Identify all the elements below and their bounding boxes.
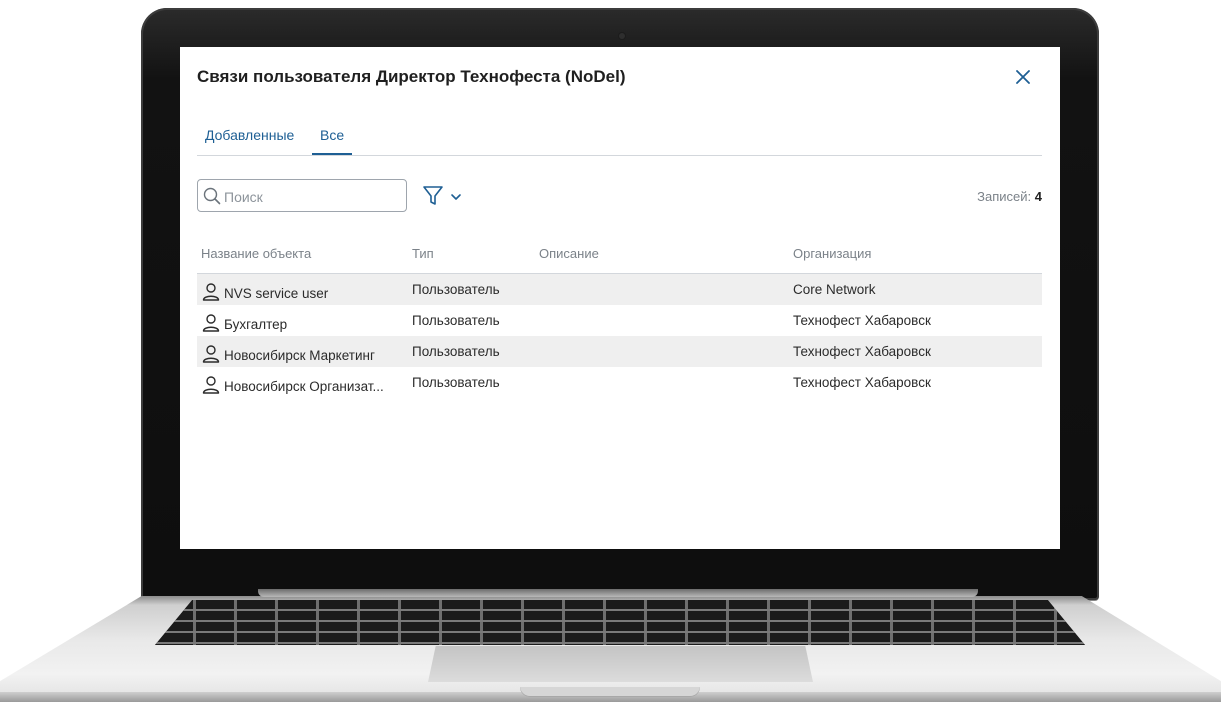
links-table: Название объекта Тип Описание Организаци… [197,243,1042,398]
cell-name: Новосибирск Маркетинг [201,344,401,364]
webcam [619,33,625,39]
tab-bar: Добавленные Все [197,125,1042,156]
cell-name: NVS service user [201,282,401,302]
search-icon [203,187,221,205]
user-icon [202,345,220,363]
cell-organization: Технофест Хабаровск [793,344,931,359]
laptop-trackpad [428,646,813,682]
laptop-lid-notch [520,687,700,697]
cell-organization: Технофест Хабаровск [793,375,931,390]
user-icon [202,314,220,332]
table-row[interactable]: Бухгалтер Пользователь Технофест Хабаров… [197,305,1042,336]
tab-all[interactable]: Все [312,125,353,155]
records-count: 4 [1034,189,1042,204]
cell-name-text: Новосибирск Организат... [224,379,384,394]
user-icon [202,283,220,301]
cell-name-text: Новосибирск Маркетинг [224,348,375,363]
table-row[interactable]: Новосибирск Маркетинг Пользователь Техно… [197,336,1042,367]
cell-type: Пользователь [412,344,500,359]
column-header-organization[interactable]: Организация [793,246,871,261]
records-counter: Записей: 4 [977,189,1042,204]
column-header-type[interactable]: Тип [412,246,434,261]
cell-name-text: NVS service user [224,286,329,301]
search-field[interactable] [197,179,407,212]
column-header-name[interactable]: Название объекта [201,246,311,261]
filter-dropdown-button[interactable] [422,184,472,208]
filter-icon [423,186,443,205]
search-input[interactable] [222,185,404,208]
table-row[interactable]: Новосибирск Организат... Пользователь Те… [197,367,1042,398]
cell-name: Бухгалтер [201,313,401,333]
close-icon [1016,70,1030,84]
laptop-hinge [258,589,978,597]
chevron-down-icon [451,194,461,200]
cell-name-text: Бухгалтер [224,317,288,332]
column-header-description[interactable]: Описание [539,246,599,261]
user-icon [202,376,220,394]
dialog-title: Связи пользователя Директор Технофеста (… [197,67,626,86]
close-button[interactable] [1012,66,1034,88]
cell-name: Новосибирск Организат... [201,375,401,395]
records-label: Записей: [977,189,1032,204]
cell-type: Пользователь [412,375,500,390]
user-links-dialog: Связи пользователя Директор Технофеста (… [180,47,1060,549]
table-row[interactable]: NVS service user Пользователь Core Netwo… [197,274,1042,305]
table-header: Название объекта Тип Описание Организаци… [197,243,1042,274]
tab-added[interactable]: Добавленные [197,125,302,154]
cell-type: Пользователь [412,282,500,297]
cell-organization: Технофест Хабаровск [793,313,931,328]
cell-type: Пользователь [412,313,500,328]
cell-organization: Core Network [793,282,876,297]
laptop-keyboard [155,600,1085,645]
